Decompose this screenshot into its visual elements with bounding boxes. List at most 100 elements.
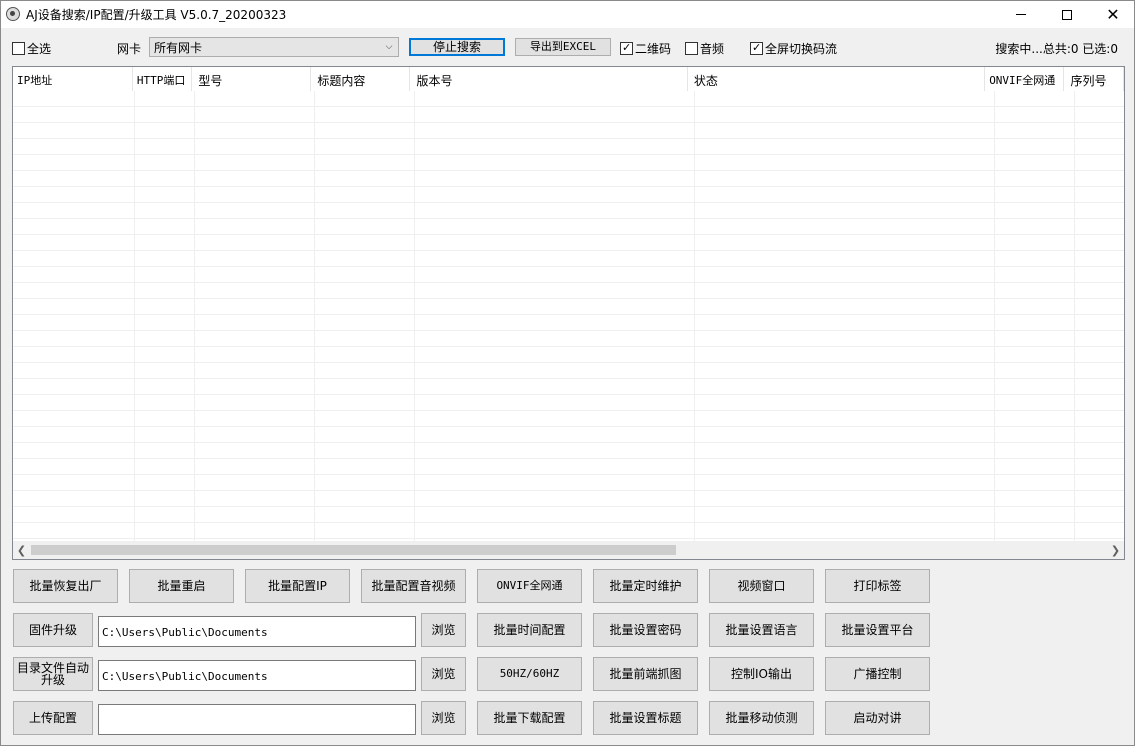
grid-row-line xyxy=(13,426,1124,427)
column-header[interactable]: 标题内容 xyxy=(311,67,411,91)
column-header[interactable]: 型号 xyxy=(192,67,312,91)
grid-row-line xyxy=(13,378,1124,379)
maximize-icon xyxy=(1062,9,1072,20)
qrcode-box[interactable] xyxy=(620,41,633,55)
audio-checkbox[interactable]: 音频 xyxy=(685,40,724,57)
search-status-text: 搜索中...总共:0 已选:0 xyxy=(995,42,1118,56)
grid-row-line xyxy=(13,458,1124,459)
upload-config-path-field[interactable] xyxy=(98,704,416,735)
fullscreen-stream-label: 全屏切换码流 xyxy=(765,42,838,56)
batch-motion-detection-button[interactable]: 批量移动侦测 xyxy=(709,701,814,735)
grid-body[interactable] xyxy=(13,91,1124,541)
horizontal-scrollbar[interactable]: ❮ ❯ xyxy=(13,541,1124,559)
batch-set-language-button[interactable]: 批量设置语言 xyxy=(709,613,814,647)
app-icon xyxy=(6,7,20,21)
control-io-output-button[interactable]: 控制IO输出 xyxy=(709,657,814,691)
grid-row-line xyxy=(13,250,1124,251)
grid-row-line xyxy=(13,138,1124,139)
grid-row-line xyxy=(13,538,1124,539)
grid-row-line xyxy=(13,202,1124,203)
grid-row-line xyxy=(13,266,1124,267)
fullscreen-stream-checkbox[interactable]: 全屏切换码流 xyxy=(750,40,837,57)
grid-column-line xyxy=(1074,91,1075,541)
power-frequency-button[interactable]: 50HZ/60HZ xyxy=(477,657,582,691)
nic-label: 网卡 xyxy=(117,42,142,56)
upload-config-browse-button[interactable]: 浏览 xyxy=(421,701,466,735)
batch-set-title-button[interactable]: 批量设置标题 xyxy=(593,701,698,735)
firmware-browse-button[interactable]: 浏览 xyxy=(421,613,466,647)
grid-row-line xyxy=(13,106,1124,107)
window-title: AJ设备搜索/IP配置/升级工具 V5.0.7_20200323 xyxy=(26,8,287,22)
print-label-button[interactable]: 打印标签 xyxy=(825,569,930,603)
grid-row-line xyxy=(13,154,1124,155)
dir-auto-upgrade-button[interactable]: 目录文件自动升级 xyxy=(13,657,93,691)
grid-row-line xyxy=(13,298,1124,299)
grid-column-line xyxy=(414,91,415,541)
batch-set-platform-button[interactable]: 批量设置平台 xyxy=(825,613,930,647)
batch-config-ip-button[interactable]: 批量配置IP xyxy=(245,569,350,603)
upload-config-button[interactable]: 上传配置 xyxy=(13,701,93,735)
batch-scheduled-maintenance-button[interactable]: 批量定时维护 xyxy=(593,569,698,603)
column-header[interactable]: 版本号 xyxy=(410,67,688,91)
grid-column-line xyxy=(994,91,995,541)
grid-row-line xyxy=(13,410,1124,411)
grid-column-line xyxy=(694,91,695,541)
chevron-left-icon[interactable]: ❮ xyxy=(13,541,30,559)
chevron-right-icon[interactable]: ❯ xyxy=(1107,541,1124,559)
stop-search-button[interactable]: 停止搜索 xyxy=(409,38,505,56)
grid-header: IP地址 HTTP端口 型号 标题内容 版本号 状态 ONVIF全网通 序列号 xyxy=(13,67,1124,91)
minimize-button[interactable] xyxy=(998,1,1044,28)
grid-row-line xyxy=(13,394,1124,395)
audio-box[interactable] xyxy=(685,42,698,55)
firmware-path-field[interactable]: C:\Users\Public\Documents xyxy=(98,616,416,647)
grid-row-line xyxy=(13,186,1124,187)
qrcode-checkbox[interactable]: 二维码 xyxy=(620,40,671,57)
close-icon: ✕ xyxy=(1106,4,1120,24)
grid-row-line xyxy=(13,314,1124,315)
scrollbar-thumb[interactable] xyxy=(31,545,676,555)
batch-reboot-button[interactable]: 批量重启 xyxy=(129,569,234,603)
select-all-checkbox[interactable]: 全选 xyxy=(12,40,51,57)
batch-time-config-button[interactable]: 批量时间配置 xyxy=(477,613,582,647)
grid-row-line xyxy=(13,522,1124,523)
grid-row-line xyxy=(13,362,1124,363)
broadcast-control-button[interactable]: 广播控制 xyxy=(825,657,930,691)
nic-select-value: 所有网卡 xyxy=(154,40,203,55)
audio-label: 音频 xyxy=(700,42,725,56)
batch-config-av-button[interactable]: 批量配置音视频 xyxy=(361,569,466,603)
batch-snapshot-button[interactable]: 批量前端抓图 xyxy=(593,657,698,691)
grid-column-line xyxy=(134,91,135,541)
column-header[interactable]: IP地址 xyxy=(13,67,133,91)
close-button[interactable]: ✕ xyxy=(1090,1,1135,28)
nic-select[interactable]: 所有网卡 ⌵ xyxy=(149,37,399,57)
column-header[interactable]: 序列号 xyxy=(1064,67,1124,91)
batch-factory-reset-button[interactable]: 批量恢复出厂 xyxy=(13,569,118,603)
column-header[interactable]: 状态 xyxy=(688,67,986,91)
column-header[interactable]: ONVIF全网通 xyxy=(985,67,1065,91)
select-all-box[interactable] xyxy=(12,42,25,55)
device-list-grid[interactable]: IP地址 HTTP端口 型号 标题内容 版本号 状态 ONVIF全网通 序列号 … xyxy=(12,66,1125,560)
grid-row-line xyxy=(13,330,1124,331)
export-excel-button[interactable]: 导出到EXCEL xyxy=(515,38,611,56)
batch-set-password-button[interactable]: 批量设置密码 xyxy=(593,613,698,647)
dir-upgrade-browse-button[interactable]: 浏览 xyxy=(421,657,466,691)
grid-row-line xyxy=(13,474,1124,475)
column-header[interactable]: HTTP端口 xyxy=(133,67,193,91)
chevron-down-icon[interactable]: ⌵ xyxy=(380,42,398,52)
dir-upgrade-path-field[interactable]: C:\Users\Public\Documents xyxy=(98,660,416,691)
start-intercom-button[interactable]: 启动对讲 xyxy=(825,701,930,735)
grid-column-line xyxy=(314,91,315,541)
grid-row-line xyxy=(13,170,1124,171)
grid-row-line xyxy=(13,234,1124,235)
onvif-button[interactable]: ONVIF全网通 xyxy=(477,569,582,603)
firmware-upgrade-button[interactable]: 固件升级 xyxy=(13,613,93,647)
video-window-button[interactable]: 视频窗口 xyxy=(709,569,814,603)
grid-column-line xyxy=(194,91,195,541)
select-all-label: 全选 xyxy=(27,42,52,56)
fullscreen-stream-box[interactable] xyxy=(750,41,763,55)
title-bar: AJ设备搜索/IP配置/升级工具 V5.0.7_20200323 ✕ xyxy=(1,1,1134,28)
grid-row-line xyxy=(13,218,1124,219)
grid-row-line xyxy=(13,282,1124,283)
batch-download-config-button[interactable]: 批量下载配置 xyxy=(477,701,582,735)
maximize-button[interactable] xyxy=(1044,1,1090,28)
